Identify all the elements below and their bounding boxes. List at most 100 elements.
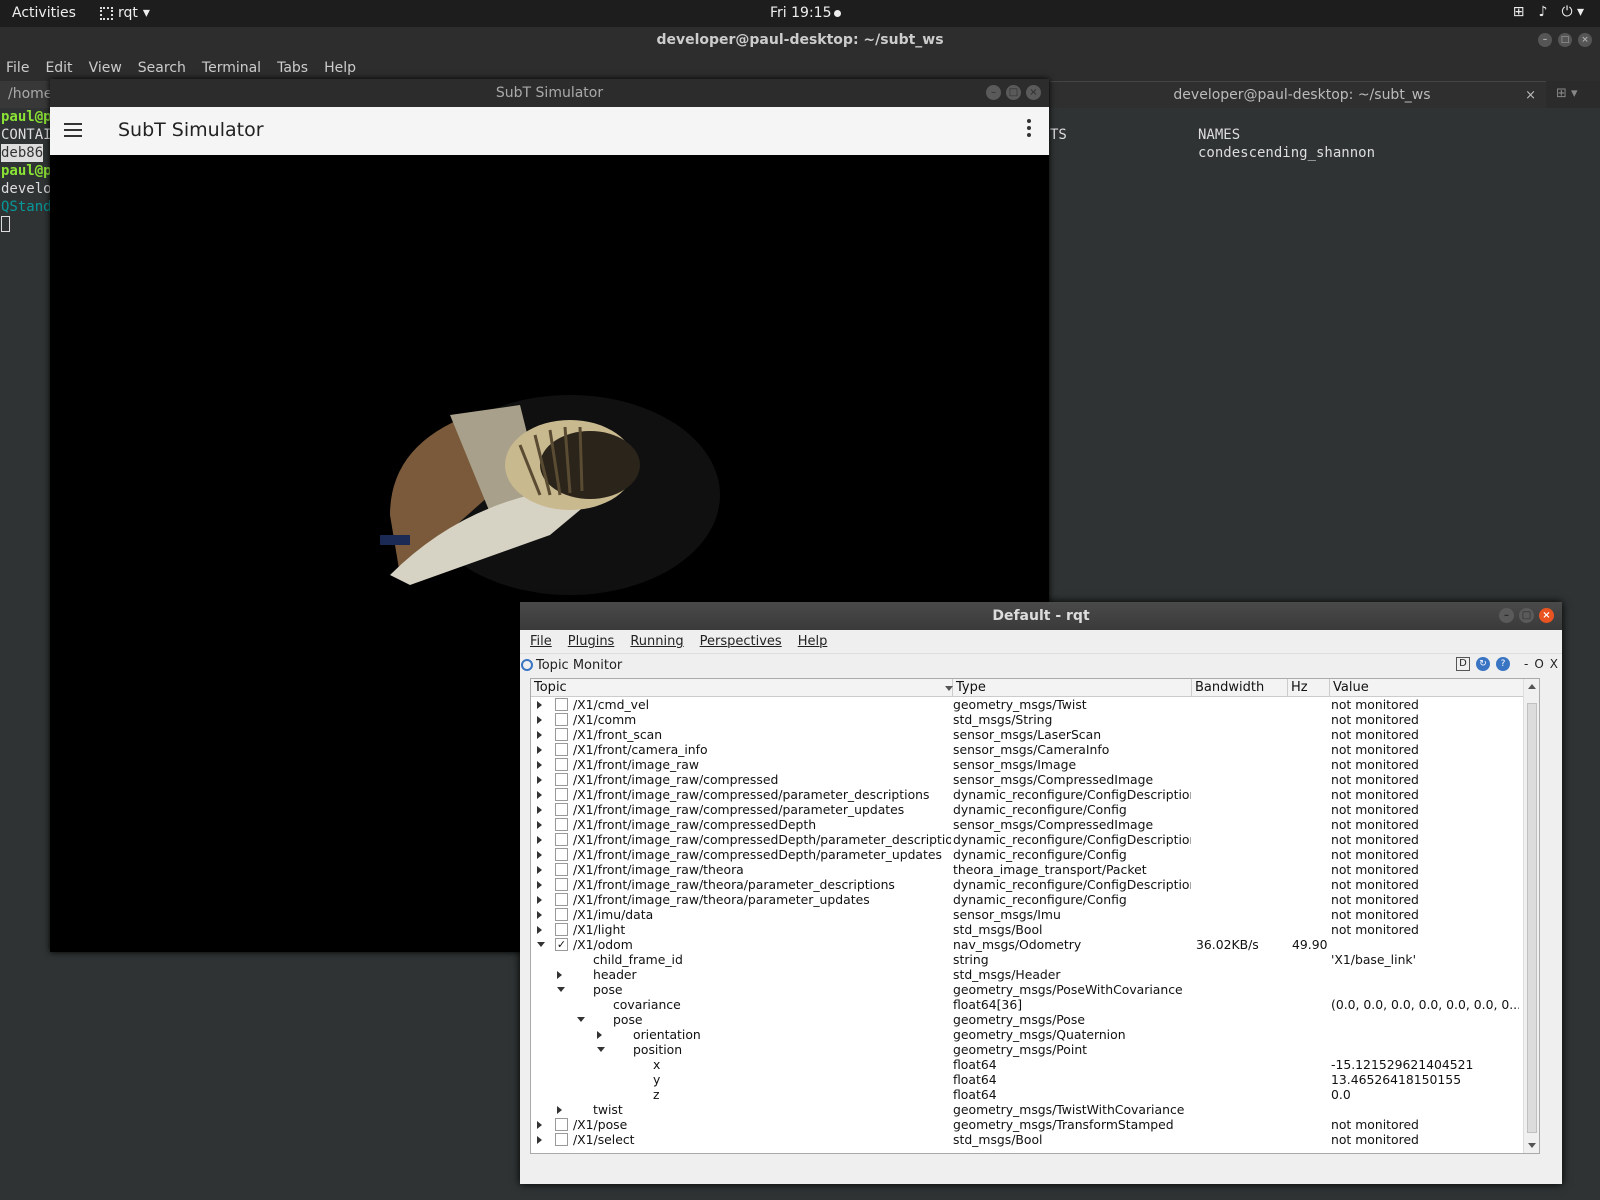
reload-icon[interactable]: ↻ — [1475, 657, 1490, 671]
expand-right-icon[interactable] — [537, 881, 542, 889]
topic-row[interactable]: header std_msgs/Header — [531, 967, 1523, 982]
system-tray[interactable]: ⊞ ♪ ⏻ ▾ — [1513, 4, 1584, 20]
expand-right-icon[interactable] — [537, 746, 542, 754]
topic-row[interactable]: /X1/front/image_raw/compressed/parameter… — [531, 802, 1523, 817]
topic-row[interactable]: /X1/front/camera_info sensor_msgs/CameraI… — [531, 742, 1523, 757]
app-menu[interactable]: rqt ▾ — [100, 5, 150, 21]
column-header-value[interactable]: Value — [1330, 679, 1523, 697]
topic-row[interactable]: /X1/pose geometry_msgs/TransformStamped no… — [531, 1117, 1523, 1132]
hamburger-menu-icon[interactable] — [64, 123, 82, 141]
topic-row[interactable]: /X1/front/image_raw/compressedDepth/para… — [531, 847, 1523, 862]
rqt-menu-perspectives[interactable]: Perspectives — [700, 634, 782, 649]
topic-row[interactable]: ✓ /X1/odom nav_msgs/Odometry 36.02KB/s 49.90 — [531, 937, 1523, 952]
column-header-type[interactable]: Type — [953, 679, 1192, 697]
close-icon[interactable]: × — [1578, 33, 1592, 47]
new-tab-icon[interactable]: ⊞ ▾ — [1556, 86, 1578, 101]
monitor-checkbox[interactable]: ✓ — [555, 938, 568, 951]
topic-row[interactable]: x float64 -15.121529621404521 — [531, 1057, 1523, 1072]
maximize-icon[interactable]: □ — [1519, 608, 1534, 623]
topic-row[interactable]: /X1/light std_msgs/Bool not monitored — [531, 922, 1523, 937]
monitor-checkbox[interactable] — [555, 743, 568, 756]
topic-row[interactable]: /X1/front/image_raw/compressed/parameter… — [531, 787, 1523, 802]
monitor-checkbox[interactable] — [555, 878, 568, 891]
topic-tree[interactable]: Topic Type Bandwidth Hz Value /X1/cmd_ve… — [530, 678, 1540, 1154]
terminal-menu-terminal[interactable]: Terminal — [202, 60, 261, 76]
monitor-checkbox[interactable] — [555, 1118, 568, 1131]
close-tab-icon[interactable]: × — [1525, 82, 1536, 109]
monitor-checkbox[interactable] — [555, 773, 568, 786]
expand-right-icon[interactable] — [537, 761, 542, 769]
monitor-checkbox[interactable] — [555, 833, 568, 846]
activities-button[interactable]: Activities — [12, 5, 76, 21]
more-vert-icon[interactable] — [1027, 119, 1031, 140]
expand-right-icon[interactable] — [537, 866, 542, 874]
close-plugin-button[interactable]: X — [1550, 657, 1558, 671]
float-plugin-button[interactable]: O — [1534, 657, 1543, 671]
monitor-checkbox[interactable] — [555, 893, 568, 906]
expand-right-icon[interactable] — [537, 836, 542, 844]
monitor-checkbox[interactable] — [555, 908, 568, 921]
monitor-checkbox[interactable] — [555, 698, 568, 711]
vertical-scrollbar[interactable] — [1523, 679, 1539, 1153]
monitor-checkbox[interactable] — [555, 848, 568, 861]
monitor-checkbox[interactable] — [555, 803, 568, 816]
topic-row[interactable]: /X1/front/image_raw/compressedDepth senso… — [531, 817, 1523, 832]
terminal-menu-search[interactable]: Search — [138, 60, 186, 76]
topic-row[interactable]: orientation geometry_msgs/Quaternion — [531, 1027, 1523, 1042]
help-icon[interactable]: ? — [1495, 657, 1510, 671]
expand-right-icon[interactable] — [537, 716, 542, 724]
topic-row[interactable]: /X1/select std_msgs/Bool not monitored — [531, 1132, 1523, 1147]
expand-down-icon[interactable] — [537, 942, 545, 947]
topic-row[interactable]: twist geometry_msgs/TwistWithCovariance — [531, 1102, 1523, 1117]
terminal-menu-help[interactable]: Help — [324, 60, 356, 76]
expand-right-icon[interactable] — [537, 701, 542, 709]
terminal-menu-tabs[interactable]: Tabs — [277, 60, 308, 76]
expand-right-icon[interactable] — [537, 926, 542, 934]
scroll-up-icon[interactable] — [1528, 684, 1536, 689]
scrollbar-thumb[interactable] — [1527, 703, 1537, 1133]
expand-right-icon[interactable] — [597, 1031, 602, 1039]
expand-right-icon[interactable] — [537, 791, 542, 799]
topic-row[interactable]: y float64 13.46526418150155 — [531, 1072, 1523, 1087]
monitor-checkbox[interactable] — [555, 923, 568, 936]
expand-down-icon[interactable] — [557, 987, 565, 992]
expand-right-icon[interactable] — [537, 851, 542, 859]
monitor-checkbox[interactable] — [555, 758, 568, 771]
expand-right-icon[interactable] — [537, 1121, 542, 1129]
topic-row[interactable]: /X1/imu/data sensor_msgs/Imu not monitored — [531, 907, 1523, 922]
rqt-menu-file[interactable]: File — [530, 634, 552, 649]
clock[interactable]: Fri 19:15 — [770, 5, 842, 21]
monitor-checkbox[interactable] — [555, 713, 568, 726]
topic-row[interactable]: /X1/front/image_raw/theora/parameter_des… — [531, 877, 1523, 892]
terminal-menu-file[interactable]: File — [6, 60, 29, 76]
topic-row[interactable]: /X1/cmd_vel geometry_msgs/Twist not monito… — [531, 697, 1523, 712]
expand-right-icon[interactable] — [557, 971, 562, 979]
maximize-icon[interactable]: □ — [1558, 33, 1572, 47]
topic-row[interactable]: covariance float64[36] (0.0, 0.0, 0.0, 0.0… — [531, 997, 1523, 1012]
topic-row[interactable]: /X1/front/image_raw/theora/parameter_upd… — [531, 892, 1523, 907]
expand-down-icon[interactable] — [597, 1047, 605, 1052]
minimize-icon[interactable]: – — [986, 85, 1001, 100]
maximize-icon[interactable]: □ — [1006, 85, 1021, 100]
column-header-bandwidth[interactable]: Bandwidth — [1192, 679, 1288, 697]
topic-row[interactable]: child_frame_id string 'X1/base_link' — [531, 952, 1523, 967]
expand-right-icon[interactable] — [537, 806, 542, 814]
rqt-menu-running[interactable]: Running — [630, 634, 683, 649]
column-header-hz[interactable]: Hz — [1288, 679, 1330, 697]
close-icon[interactable]: × — [1539, 608, 1554, 623]
minimize-icon[interactable]: – — [1538, 33, 1552, 47]
dock-button[interactable]: D — [1455, 657, 1470, 671]
topic-row[interactable]: /X1/front/image_raw/compressed sensor_msg… — [531, 772, 1523, 787]
close-icon[interactable]: × — [1026, 85, 1041, 100]
expand-down-icon[interactable] — [577, 1017, 585, 1022]
expand-right-icon[interactable] — [537, 911, 542, 919]
topic-row[interactable]: /X1/front/image_raw/compressedDepth/para… — [531, 832, 1523, 847]
expand-right-icon[interactable] — [557, 1106, 562, 1114]
monitor-checkbox[interactable] — [555, 863, 568, 876]
topic-row[interactable]: /X1/front/image_raw/theora theora_image_t… — [531, 862, 1523, 877]
rqt-menu-help[interactable]: Help — [798, 634, 828, 649]
expand-right-icon[interactable] — [537, 731, 542, 739]
topic-row[interactable]: /X1/comm std_msgs/String not monitored — [531, 712, 1523, 727]
topic-row[interactable]: /X1/front/image_raw sensor_msgs/Image not … — [531, 757, 1523, 772]
monitor-checkbox[interactable] — [555, 818, 568, 831]
